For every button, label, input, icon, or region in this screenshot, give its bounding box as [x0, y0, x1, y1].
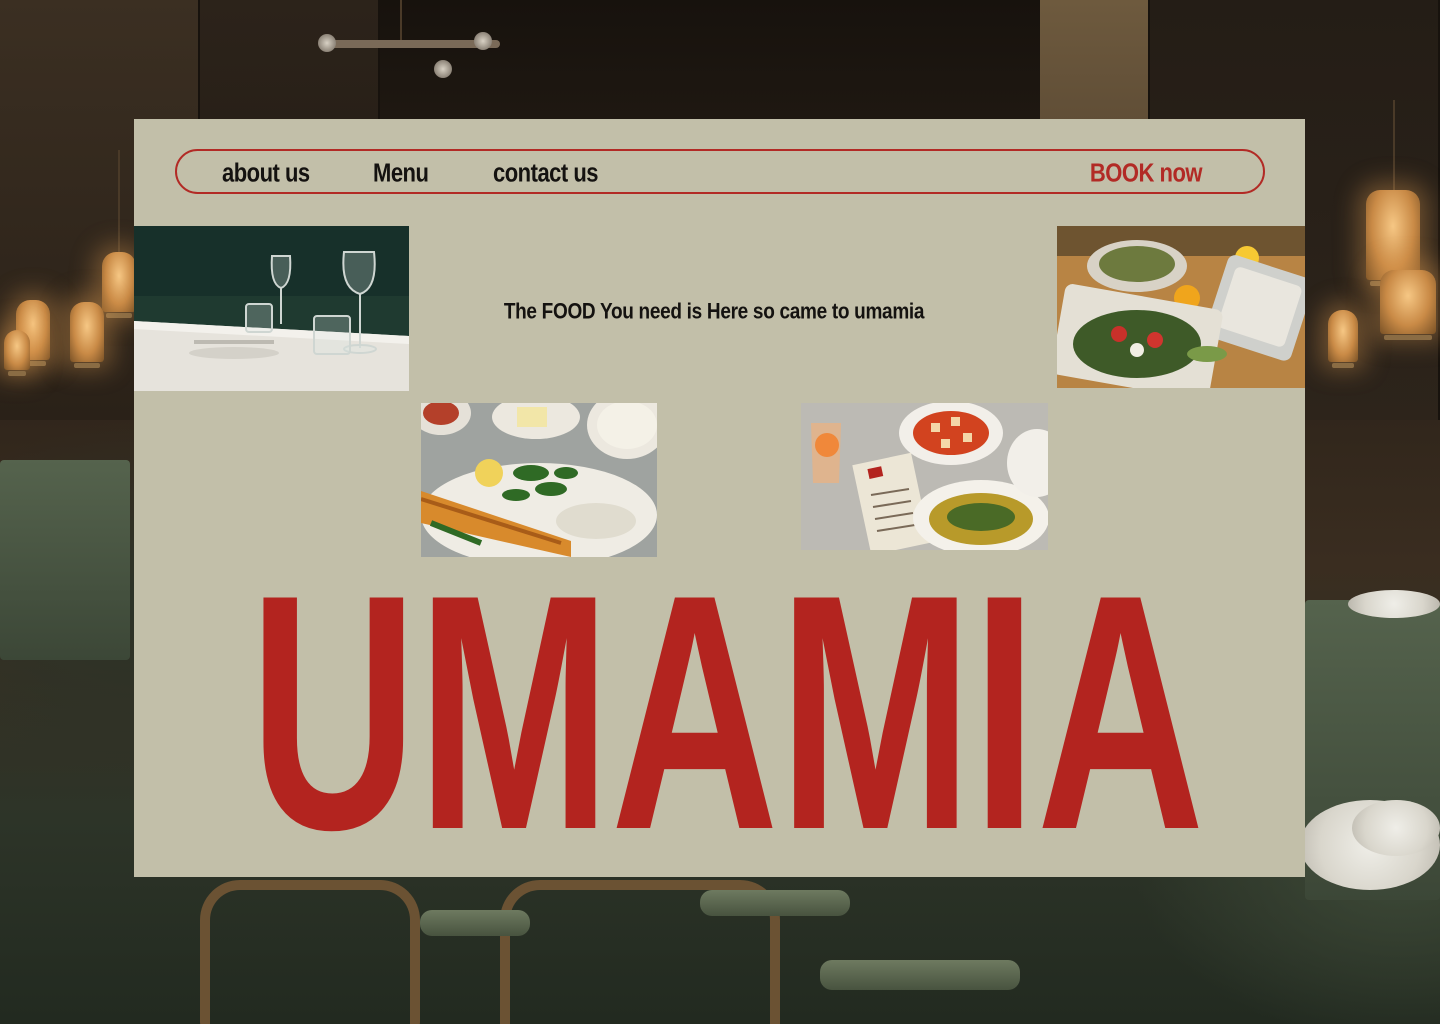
wine-glasses-table-photo [134, 226, 409, 391]
brand-wordmark: UMAMIA [250, 556, 1205, 836]
salad-platter-photo [1057, 226, 1305, 388]
tagline: The FOOD You need is Here so came to uma… [503, 300, 925, 325]
nav-menu[interactable]: Menu [373, 158, 429, 189]
kebab-plate-photo [421, 403, 657, 557]
mezze-spread-photo [801, 403, 1048, 550]
hero-card: about us Menu contact us BOOK now The FO… [134, 119, 1305, 877]
nav-contact-us[interactable]: contact us [493, 158, 599, 189]
top-navigation: about us Menu contact us BOOK now [175, 149, 1265, 194]
brand-wordmark-text: UMAMIA [250, 556, 1205, 836]
book-now-button[interactable]: BOOK now [1090, 158, 1203, 189]
nav-about-us[interactable]: about us [222, 158, 310, 189]
